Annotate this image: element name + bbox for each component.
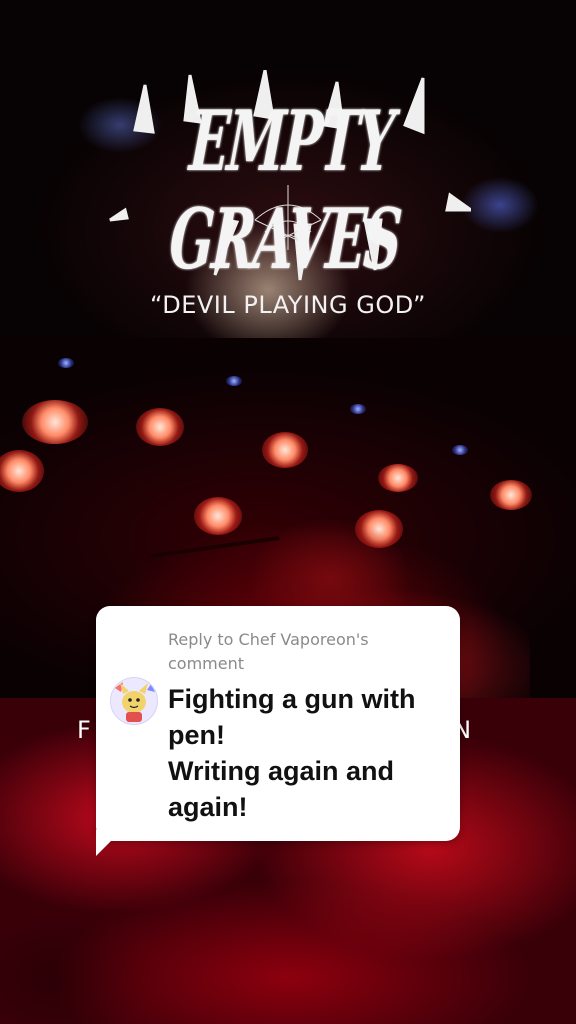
song-title: “DEVIL PLAYING GOD” (150, 291, 426, 319)
stage-light (136, 408, 184, 446)
stage-light-blue (58, 358, 74, 368)
band-logo: EMPTY GRAVES (105, 69, 476, 289)
stage-light-blue (452, 445, 468, 455)
comment-line: Writing again and again! (168, 756, 395, 822)
comment-text: Fighting a gun with pen! Writing again a… (168, 681, 448, 825)
lyric-caption-left: F (77, 716, 92, 744)
avatar-illustration (111, 678, 157, 724)
stage-light (262, 432, 308, 468)
stage-light-blue (350, 404, 366, 414)
sticker-tail (96, 830, 122, 856)
stage-light (378, 464, 418, 492)
stage-light (22, 400, 88, 444)
reply-comment-sticker[interactable]: Reply to Chef Vaporeon's comment Fightin… (96, 606, 460, 841)
video-frame[interactable]: EMPTY GRAVES “DEVIL PLAYING GOD” F EN Re… (0, 0, 576, 1024)
stage-light-blue (226, 376, 242, 386)
reply-label: Reply to Chef Vaporeon's comment (168, 630, 369, 673)
comment-line: Fighting a gun with pen! (168, 684, 416, 750)
stage-light (490, 480, 532, 510)
user-avatar-icon[interactable] (110, 677, 158, 725)
band-logo-text: EMPTY GRAVES (166, 93, 403, 289)
